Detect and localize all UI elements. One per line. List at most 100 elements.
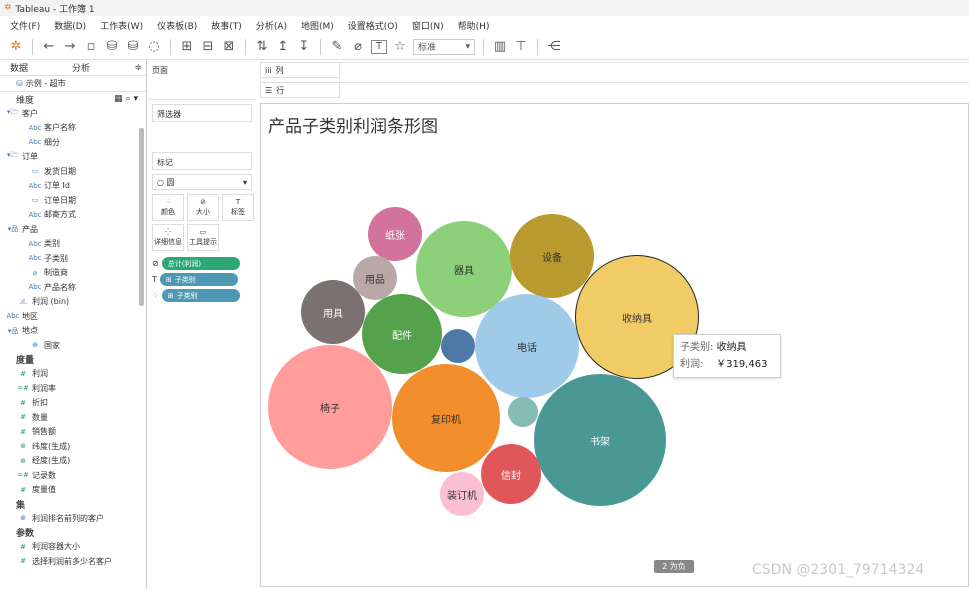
menu-item[interactable]: 窗口(N) bbox=[412, 19, 444, 32]
field-item[interactable]: =# 记录数 bbox=[0, 468, 146, 483]
rows-drop-area[interactable] bbox=[340, 82, 969, 98]
field-item[interactable]: ▭ 发货日期 bbox=[0, 164, 146, 179]
pause-update-icon[interactable]: ⛁ bbox=[125, 38, 141, 56]
field-item[interactable]: # 利润容器大小 bbox=[0, 540, 146, 555]
menu-item[interactable]: 故事(T) bbox=[211, 19, 242, 32]
bubble-mark[interactable]: 配件 bbox=[362, 294, 442, 374]
field-item[interactable]: ⊕ 国家 bbox=[0, 338, 146, 353]
menu-item[interactable]: 地图(M) bbox=[301, 19, 334, 32]
field-item[interactable]: ▾🗁 订单 bbox=[0, 150, 146, 165]
save-icon[interactable]: ▫ bbox=[83, 38, 99, 56]
bubble-mark[interactable]: 装订机 bbox=[440, 472, 484, 516]
field-type-icon: ▭ bbox=[31, 196, 39, 205]
bubble-mark[interactable]: 设备 bbox=[510, 214, 594, 298]
field-item[interactable]: ▭ 订单日期 bbox=[0, 193, 146, 208]
field-item[interactable]: Abc 类别 bbox=[0, 237, 146, 252]
rows-shelf[interactable]: ☰ 行 bbox=[260, 82, 340, 98]
field-item[interactable]: ⊕ 纬度(生成) bbox=[0, 439, 146, 454]
highlight-icon[interactable]: ✎ bbox=[329, 38, 345, 56]
filters-shelf[interactable]: 筛选器 bbox=[152, 104, 252, 122]
redo-icon[interactable]: → bbox=[62, 38, 78, 56]
refresh-icon[interactable]: ◌ bbox=[146, 38, 162, 56]
size-button[interactable]: ⊘ 大小 bbox=[187, 194, 219, 221]
menu-item[interactable]: 仪表板(B) bbox=[157, 19, 197, 32]
bubble-mark[interactable]: 椅子 bbox=[268, 345, 392, 469]
pill-sum-profit[interactable]: 总计(利润) bbox=[161, 257, 240, 270]
data-pane-scrollbar[interactable] bbox=[139, 128, 144, 306]
field-item[interactable]: ▾品 地点 bbox=[0, 324, 146, 339]
pill-subcategory-color[interactable]: ⊞ 子类别 bbox=[161, 289, 240, 302]
columns-shelf[interactable]: iii 列 bbox=[260, 62, 340, 78]
field-item[interactable]: Abc 产品名称 bbox=[0, 280, 146, 295]
field-item[interactable]: # 度量值 bbox=[0, 483, 146, 498]
chevron-down-icon[interactable]: ▾ bbox=[133, 94, 138, 104]
menu-item[interactable]: 文件(F) bbox=[10, 19, 40, 32]
share-icon[interactable]: ⋲ bbox=[546, 38, 562, 56]
field-item[interactable]: Abc 邮寄方式 bbox=[0, 208, 146, 223]
marks-status-badge[interactable]: 2 为负 bbox=[654, 560, 694, 573]
field-label: 订单日期 bbox=[44, 195, 76, 205]
tooltip-button[interactable]: ▭ 工具提示 bbox=[187, 224, 219, 251]
undo-icon[interactable]: ← bbox=[41, 38, 57, 56]
field-type-icon: Abc bbox=[28, 283, 42, 292]
field-item[interactable]: # 销售额 bbox=[0, 425, 146, 440]
show-labels-icon[interactable]: T bbox=[371, 39, 387, 54]
field-item[interactable]: ⊗ 利润排名前列的客户 bbox=[0, 511, 146, 526]
search-icon[interactable]: ⌕ bbox=[126, 94, 131, 104]
field-item[interactable]: # 折扣 bbox=[0, 396, 146, 411]
bubble-mark[interactable] bbox=[508, 397, 538, 427]
bubble-mark[interactable]: 书架 bbox=[534, 374, 666, 506]
new-worksheet-icon[interactable]: ⊞ bbox=[179, 38, 195, 56]
field-item[interactable]: ▾品 产品 bbox=[0, 222, 146, 237]
bubble-mark[interactable]: 信封 bbox=[481, 444, 541, 504]
field-item[interactable]: ⌀ 制造商 bbox=[0, 266, 146, 281]
bubble-mark[interactable]: 纸张 bbox=[368, 207, 422, 261]
field-item[interactable]: ⊕ 经度(生成) bbox=[0, 454, 146, 469]
datasource-item[interactable]: ⛁ 示例 - 超市 bbox=[0, 76, 146, 92]
menu-item[interactable]: 帮助(H) bbox=[458, 19, 490, 32]
tableau-icon[interactable]: ✲ bbox=[8, 38, 24, 56]
field-item[interactable]: # 选择利润前多少名客户 bbox=[0, 554, 146, 569]
duplicate-sheet-icon[interactable]: ⊟ bbox=[200, 38, 216, 56]
field-item[interactable]: Abc 地区 bbox=[0, 309, 146, 324]
bubble-mark[interactable] bbox=[441, 329, 475, 363]
sort-asc-icon[interactable]: ↥ bbox=[275, 38, 291, 56]
color-button[interactable]: ⁘ 颜色 bbox=[152, 194, 184, 221]
fix-axes-icon[interactable]: ☆ bbox=[392, 38, 408, 56]
group-icon[interactable]: ⌀ bbox=[350, 38, 366, 56]
columns-drop-area[interactable] bbox=[340, 62, 969, 78]
data-pane: 数据 分析 ≑ ⛁ 示例 - 超市 维度 ▦ ⌕ ▾ ▾🗁 客户 Abc 客户名称 Ab… bbox=[0, 60, 147, 589]
bubble-mark[interactable]: 电话 bbox=[475, 294, 579, 398]
field-item[interactable]: Abc 订单 Id bbox=[0, 179, 146, 194]
field-item[interactable]: =# 利润率 bbox=[0, 381, 146, 396]
label-button[interactable]: T 标签 bbox=[222, 194, 254, 221]
presentation-icon[interactable]: ⊤ bbox=[513, 38, 529, 56]
pane-menu-icon[interactable]: ≑ bbox=[124, 63, 146, 73]
field-item[interactable]: .ıl. 利润 (bin) bbox=[0, 295, 146, 310]
tab-analysis[interactable]: 分析 bbox=[38, 61, 100, 74]
pill-subcategory-label[interactable]: ⊞ 子类别 bbox=[159, 273, 238, 286]
bubble-mark[interactable]: 用具 bbox=[301, 280, 365, 344]
field-item[interactable]: Abc 细分 bbox=[0, 135, 146, 150]
field-item[interactable]: Abc 子类别 bbox=[0, 251, 146, 266]
menu-item[interactable]: 数据(D) bbox=[54, 19, 86, 32]
bubble-mark[interactable]: 复印机 bbox=[392, 364, 500, 472]
field-item[interactable]: ▾🗁 客户 bbox=[0, 106, 146, 121]
menu-item[interactable]: 设置格式(O) bbox=[348, 19, 398, 32]
view-list-icon[interactable]: ▦ bbox=[114, 94, 123, 104]
bubble-label: 用品 bbox=[365, 274, 385, 286]
show-cards-icon[interactable]: ▥ bbox=[492, 38, 508, 56]
menu-item[interactable]: 工作表(W) bbox=[100, 19, 143, 32]
menu-item[interactable]: 分析(A) bbox=[256, 19, 287, 32]
clear-sheet-icon[interactable]: ⊠ bbox=[221, 38, 237, 56]
field-item[interactable]: # 利润 bbox=[0, 367, 146, 382]
fit-select[interactable]: 标准 ▾ bbox=[413, 38, 475, 55]
new-datasource-icon[interactable]: ⛁ bbox=[104, 38, 120, 56]
sort-desc-icon[interactable]: ↧ bbox=[296, 38, 312, 56]
detail-button[interactable]: ⁛ 详细信息 bbox=[152, 224, 184, 251]
field-item[interactable]: Abc 客户名称 bbox=[0, 121, 146, 136]
field-item[interactable]: # 数量 bbox=[0, 410, 146, 425]
mark-type-select[interactable]: ○ 圆 ▾ bbox=[152, 174, 252, 190]
tab-data[interactable]: 数据 bbox=[0, 61, 38, 74]
swap-icon[interactable]: ⇅ bbox=[254, 38, 270, 56]
